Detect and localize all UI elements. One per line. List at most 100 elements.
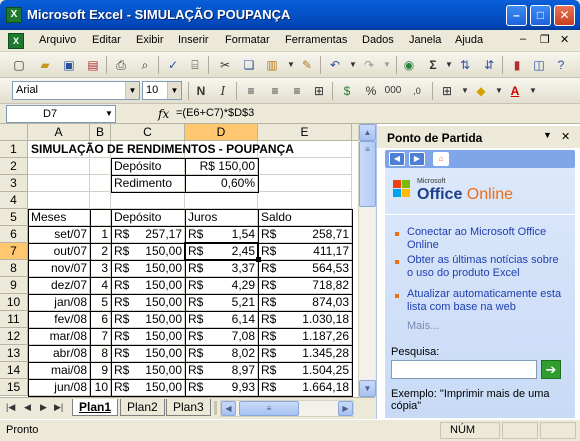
scroll-right-icon[interactable]: ▶ (338, 401, 353, 416)
undo-icon[interactable]: ↶ (326, 56, 344, 74)
row-header-1[interactable]: 1 (0, 141, 28, 158)
open-icon[interactable]: ▰ (36, 56, 54, 74)
document-icon[interactable]: X (8, 33, 24, 49)
task-pane-close-icon[interactable]: ✕ (561, 130, 570, 143)
row-header-13[interactable]: 13 (0, 345, 28, 362)
align-right-icon[interactable]: ≡ (288, 82, 306, 100)
spelling-icon[interactable]: ✓ (164, 56, 182, 74)
menu-ajuda[interactable]: Ajuda (455, 34, 483, 46)
copy-icon[interactable]: ❏ (240, 56, 258, 74)
percent-icon[interactable]: % (362, 82, 380, 100)
menu-janela[interactable]: Janela (409, 34, 441, 46)
drawing-icon[interactable]: ◫ (530, 56, 548, 74)
maximize-button[interactable]: □ (530, 5, 551, 26)
tab-plan3[interactable]: Plan3 (166, 399, 211, 416)
row-header-5[interactable]: 5 (0, 209, 28, 226)
close-button[interactable]: ✕ (554, 5, 575, 26)
last-sheet-icon[interactable]: ▶| (54, 402, 63, 413)
column-header-b[interactable]: B (90, 124, 111, 141)
cell-e2[interactable] (258, 158, 352, 175)
column-header-e[interactable]: E (258, 124, 352, 141)
align-center-icon[interactable]: ≡ (266, 82, 284, 100)
currency-icon[interactable]: $ (338, 82, 356, 100)
menu-inserir[interactable]: Inserir (178, 34, 209, 46)
row-header-8[interactable]: 8 (0, 260, 28, 277)
doc-close-icon[interactable]: ✕ (560, 33, 569, 46)
doc-restore-icon[interactable]: ❐ (540, 33, 550, 46)
scroll-down-icon[interactable]: ▼ (359, 380, 376, 397)
cut-icon[interactable]: ✂ (216, 56, 234, 74)
row-header-12[interactable]: 12 (0, 328, 28, 345)
formula-input[interactable]: =(E6+C7)*$D$3 (176, 107, 254, 119)
borders-icon[interactable]: ⊞ (438, 82, 456, 100)
cell-d4[interactable] (185, 192, 258, 209)
font-color-dropdown-icon[interactable]: ▼ (524, 82, 542, 100)
first-sheet-icon[interactable]: |◀ (6, 402, 15, 413)
paste-icon[interactable]: ▥ (263, 56, 281, 74)
next-sheet-icon[interactable]: ▶ (40, 402, 47, 413)
select-all-corner[interactable] (0, 124, 28, 141)
permission-icon[interactable]: ▤ (84, 56, 102, 74)
back-icon[interactable]: ◀ (389, 152, 405, 166)
row-header-2[interactable]: 2 (0, 158, 28, 175)
cell-b5[interactable] (90, 209, 111, 226)
redo-dropdown-icon[interactable]: ▼ (378, 56, 396, 74)
tab-plan1[interactable]: Plan1 (72, 399, 119, 416)
cell-b2[interactable] (90, 158, 111, 175)
scroll-left-icon[interactable]: ◀ (221, 401, 236, 416)
menu-exibir[interactable]: Exibir (136, 34, 164, 46)
search-go-button[interactable]: ➔ (541, 360, 561, 379)
help-icon[interactable]: ? (552, 56, 570, 74)
chevron-down-icon[interactable]: ▼ (125, 82, 139, 99)
menu-ferramentas[interactable]: Ferramentas (285, 34, 347, 46)
column-header-a[interactable]: A (28, 124, 90, 141)
row-header-15[interactable]: 15 (0, 379, 28, 396)
increase-decimal-icon[interactable]: ,0 (408, 82, 426, 100)
worksheet-grid[interactable]: A B C D E 1 2 3 4 5 6 7 8 9 10 11 12 13 14 15 SIMULAÇÃO DE R… (0, 124, 358, 397)
bold-icon[interactable]: N (192, 82, 210, 100)
vertical-scrollbar[interactable]: ▲ ≡ ▼ (358, 124, 376, 397)
scroll-thumb[interactable]: ≡ (359, 141, 376, 207)
forward-icon[interactable]: ▶ (409, 152, 425, 166)
cell-e4[interactable] (258, 192, 352, 209)
row-header-3[interactable]: 3 (0, 175, 28, 192)
cell-b3[interactable] (90, 175, 111, 192)
cell-b4[interactable] (90, 192, 111, 209)
font-name-combo[interactable]: Arial ▼ (12, 81, 140, 100)
tab-plan2[interactable]: Plan2 (120, 399, 165, 416)
cell-a3[interactable] (28, 175, 90, 192)
search-input[interactable] (391, 360, 537, 379)
font-size-combo[interactable]: 10 ▼ (142, 81, 182, 100)
sort-descending-icon[interactable]: ⇵ (480, 56, 498, 74)
name-box[interactable]: D7 ▼ (6, 105, 116, 123)
print-preview-icon[interactable]: ⌕ (136, 56, 154, 74)
format-painter-icon[interactable]: ✎ (298, 56, 316, 74)
save-icon[interactable]: ▣ (60, 56, 78, 74)
column-header-d[interactable]: D (185, 124, 258, 141)
align-left-icon[interactable]: ≡ (242, 82, 260, 100)
more-link[interactable]: Mais... (407, 320, 439, 332)
new-icon[interactable]: ▢ (10, 56, 28, 74)
comma-style-icon[interactable]: 000 (384, 82, 402, 100)
home-icon[interactable]: ⌂ (433, 152, 449, 166)
chart-wizard-icon[interactable]: ▮ (508, 56, 526, 74)
link-connect-office-online[interactable]: Conectar ao Microsoft Office Online (407, 226, 565, 252)
row-header-7[interactable]: 7 (0, 243, 28, 260)
cell-a2[interactable] (28, 158, 90, 175)
menu-formatar[interactable]: Formatar (225, 34, 270, 46)
research-icon[interactable]: ⌸ (186, 56, 204, 74)
excel-app-icon[interactable]: X (6, 7, 22, 23)
chevron-down-icon[interactable]: ▼ (103, 106, 115, 122)
hyperlink-icon[interactable]: ◉ (400, 56, 418, 74)
fill-color-icon[interactable]: ◆ (472, 82, 490, 100)
sort-ascending-icon[interactable]: ⇅ (456, 56, 474, 74)
insert-function-icon[interactable]: fx (158, 107, 169, 121)
row-header-6[interactable]: 6 (0, 226, 28, 243)
column-header-c[interactable]: C (111, 124, 185, 141)
merge-center-icon[interactable]: ⊞ (310, 82, 328, 100)
link-auto-update[interactable]: Atualizar automaticamente esta lista com… (407, 288, 565, 314)
row-header-11[interactable]: 11 (0, 311, 28, 328)
tab-split-handle[interactable] (214, 401, 217, 415)
redo-icon[interactable]: ↷ (360, 56, 378, 74)
minimize-button[interactable]: – (506, 5, 527, 26)
